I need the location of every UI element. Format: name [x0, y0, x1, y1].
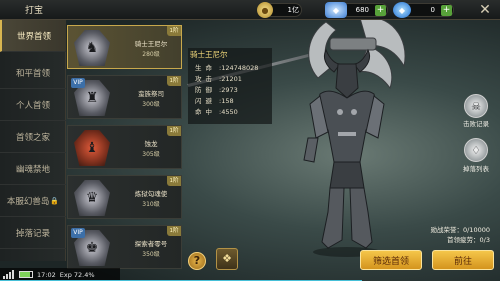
boss-level: 305级 [142, 151, 160, 158]
stat-key: 闪避 [195, 97, 216, 105]
stat-hp: 生命:124748028 [195, 64, 259, 72]
diamond-icon: ◆ [325, 2, 347, 18]
stat-hit: 命中:4550 [195, 108, 238, 116]
boss-name: 炼狱勾魂使 [134, 190, 168, 198]
stat-dodge: 闪避:158 [195, 97, 234, 105]
boss-level: 350级 [142, 251, 160, 258]
boss-info-title: 骑士王尼尔 [190, 50, 228, 59]
add-bound-diamond-button[interactable]: + [441, 5, 452, 16]
diamond-counter: ◆ 680 + [325, 2, 388, 18]
stat-key: 攻击 [195, 75, 216, 83]
page-title: 打宝 [25, 6, 44, 16]
nav-item-boss-home[interactable]: 首领之家 [0, 121, 66, 153]
add-diamond-button[interactable]: + [375, 5, 386, 16]
skull-icon: ☠ [471, 99, 481, 113]
boss-card[interactable]: ♚ VIP 探索者零号 350级 1阶 [67, 225, 182, 269]
stat-value: 2973 [221, 86, 238, 94]
boss-name: 骑士王尼尔 [134, 40, 168, 48]
clock-time: 17:02 [37, 270, 56, 279]
help-button[interactable]: ? [188, 252, 206, 270]
armor-body [303, 90, 385, 249]
signal-icon [3, 270, 15, 279]
nav-item-personal-boss[interactable]: 个人首领 [0, 89, 66, 121]
nav-item-peace-boss[interactable]: 和平首领 [0, 57, 66, 89]
nav-label: 幽魂禁地 [15, 164, 50, 175]
boss-tier-badge: 1阶 [167, 126, 181, 136]
stat-key: 生命 [195, 64, 216, 72]
nav-item-beast-island[interactable]: 本服幻兽岛 🔒 [0, 185, 66, 217]
exp-text: Exp 72.4% [59, 270, 95, 279]
nav-label: 掉落记录 [15, 228, 50, 239]
stat-value: 21201 [221, 75, 242, 83]
honor-text: 勋战荣誉：0/10000 [430, 226, 490, 234]
lock-icon: 🔒 [50, 196, 60, 205]
nav-label: 和平首领 [15, 68, 50, 79]
stat-attack: 攻击:21201 [195, 75, 242, 83]
boss-card[interactable]: ♜ VIP 蛮族祭司 300级 1阶 [67, 75, 182, 119]
boss-portrait: ♝ [74, 130, 110, 166]
boss-name: 探索者零号 [134, 240, 168, 248]
drop-list-label: 掉落列表 [463, 165, 489, 173]
boss-list: ♞ 骑士王尼尔 280级 1阶 ♜ VIP 蛮族祭司 300级 1阶 ♝ 蚀龙 … [67, 20, 182, 276]
boss-model [303, 16, 406, 257]
stat-defense: 防御:2973 [195, 86, 238, 94]
battery-icon [19, 271, 33, 278]
fatigue-text: 首领疲劳：0/3 [447, 236, 490, 244]
nav-label: 个人首领 [15, 100, 50, 111]
vip-tag: VIP [71, 228, 85, 238]
bound-diamond-value: 0 [430, 6, 435, 14]
gold-counter: ● 1亿 [257, 2, 302, 18]
filter-boss-button[interactable]: 筛选首领 [360, 250, 422, 270]
boss-level: 280级 [142, 51, 160, 58]
close-button[interactable]: ✕ [476, 1, 494, 19]
boss-tier-badge: 1阶 [167, 76, 181, 86]
boss-level: 310级 [142, 201, 160, 208]
stat-value: 4550 [221, 108, 238, 116]
nav-item-ghost-forbidden[interactable]: 幽魂禁地 [0, 153, 66, 185]
stat-key: 防御 [195, 86, 216, 94]
left-nav: 世界首领 和平首领 个人首领 首领之家 幽魂禁地 本服幻兽岛 🔒 掉落记录 [0, 20, 66, 261]
nav-item-world-boss[interactable]: 世界首领 [0, 20, 66, 52]
gold-coin-icon: ● [257, 2, 273, 18]
nav-label: 本服幻兽岛 [6, 196, 50, 207]
nav-label: 首领之家 [15, 132, 50, 143]
bound-diamond-icon: ◆ [393, 2, 411, 18]
gold-value: 1亿 [287, 6, 299, 14]
bag-icon: ♢ [471, 143, 481, 157]
boss-name: 蚀龙 [144, 140, 158, 148]
bound-diamond-counter: ◆ 0 + [393, 2, 454, 18]
drop-list-button[interactable]: ♢ [464, 138, 488, 162]
boss-tier-badge: 1阶 [167, 176, 181, 186]
boss-name: 蛮族祭司 [138, 90, 164, 98]
stat-value: 124748028 [221, 64, 259, 72]
boss-tier-badge: 1阶 [167, 26, 181, 36]
top-bar: 打宝 ● 1亿 ◆ 680 + ◆ 0 + ✕ [0, 0, 500, 20]
nav-item-drop-record[interactable]: 掉落记录 [0, 217, 66, 249]
cards-icon: ❖ [222, 252, 232, 265]
kill-record-button[interactable]: ☠ [464, 94, 488, 118]
boss-card[interactable]: ♝ 蚀龙 305级 1阶 [67, 125, 182, 169]
boss-level: 300级 [142, 101, 160, 108]
stat-value: 158 [221, 97, 234, 105]
boss-card[interactable]: ♞ 骑士王尼尔 280级 1阶 [67, 25, 182, 69]
stat-key: 命中 [195, 108, 216, 116]
nav-label: 世界首领 [16, 31, 51, 42]
kill-record-label: 击败记录 [463, 120, 489, 128]
card-deck-button[interactable]: ❖ [216, 248, 238, 270]
boss-tier-badge: 1阶 [167, 226, 181, 236]
boss-portrait: ♛ [74, 180, 110, 216]
boss-card[interactable]: ♛ 炼狱勾魂使 310级 1阶 [67, 175, 182, 219]
diamond-value: 680 [355, 6, 369, 14]
boss-portrait: ♞ [74, 30, 110, 66]
goto-button[interactable]: 前往 [432, 250, 494, 270]
vip-tag: VIP [71, 78, 85, 88]
